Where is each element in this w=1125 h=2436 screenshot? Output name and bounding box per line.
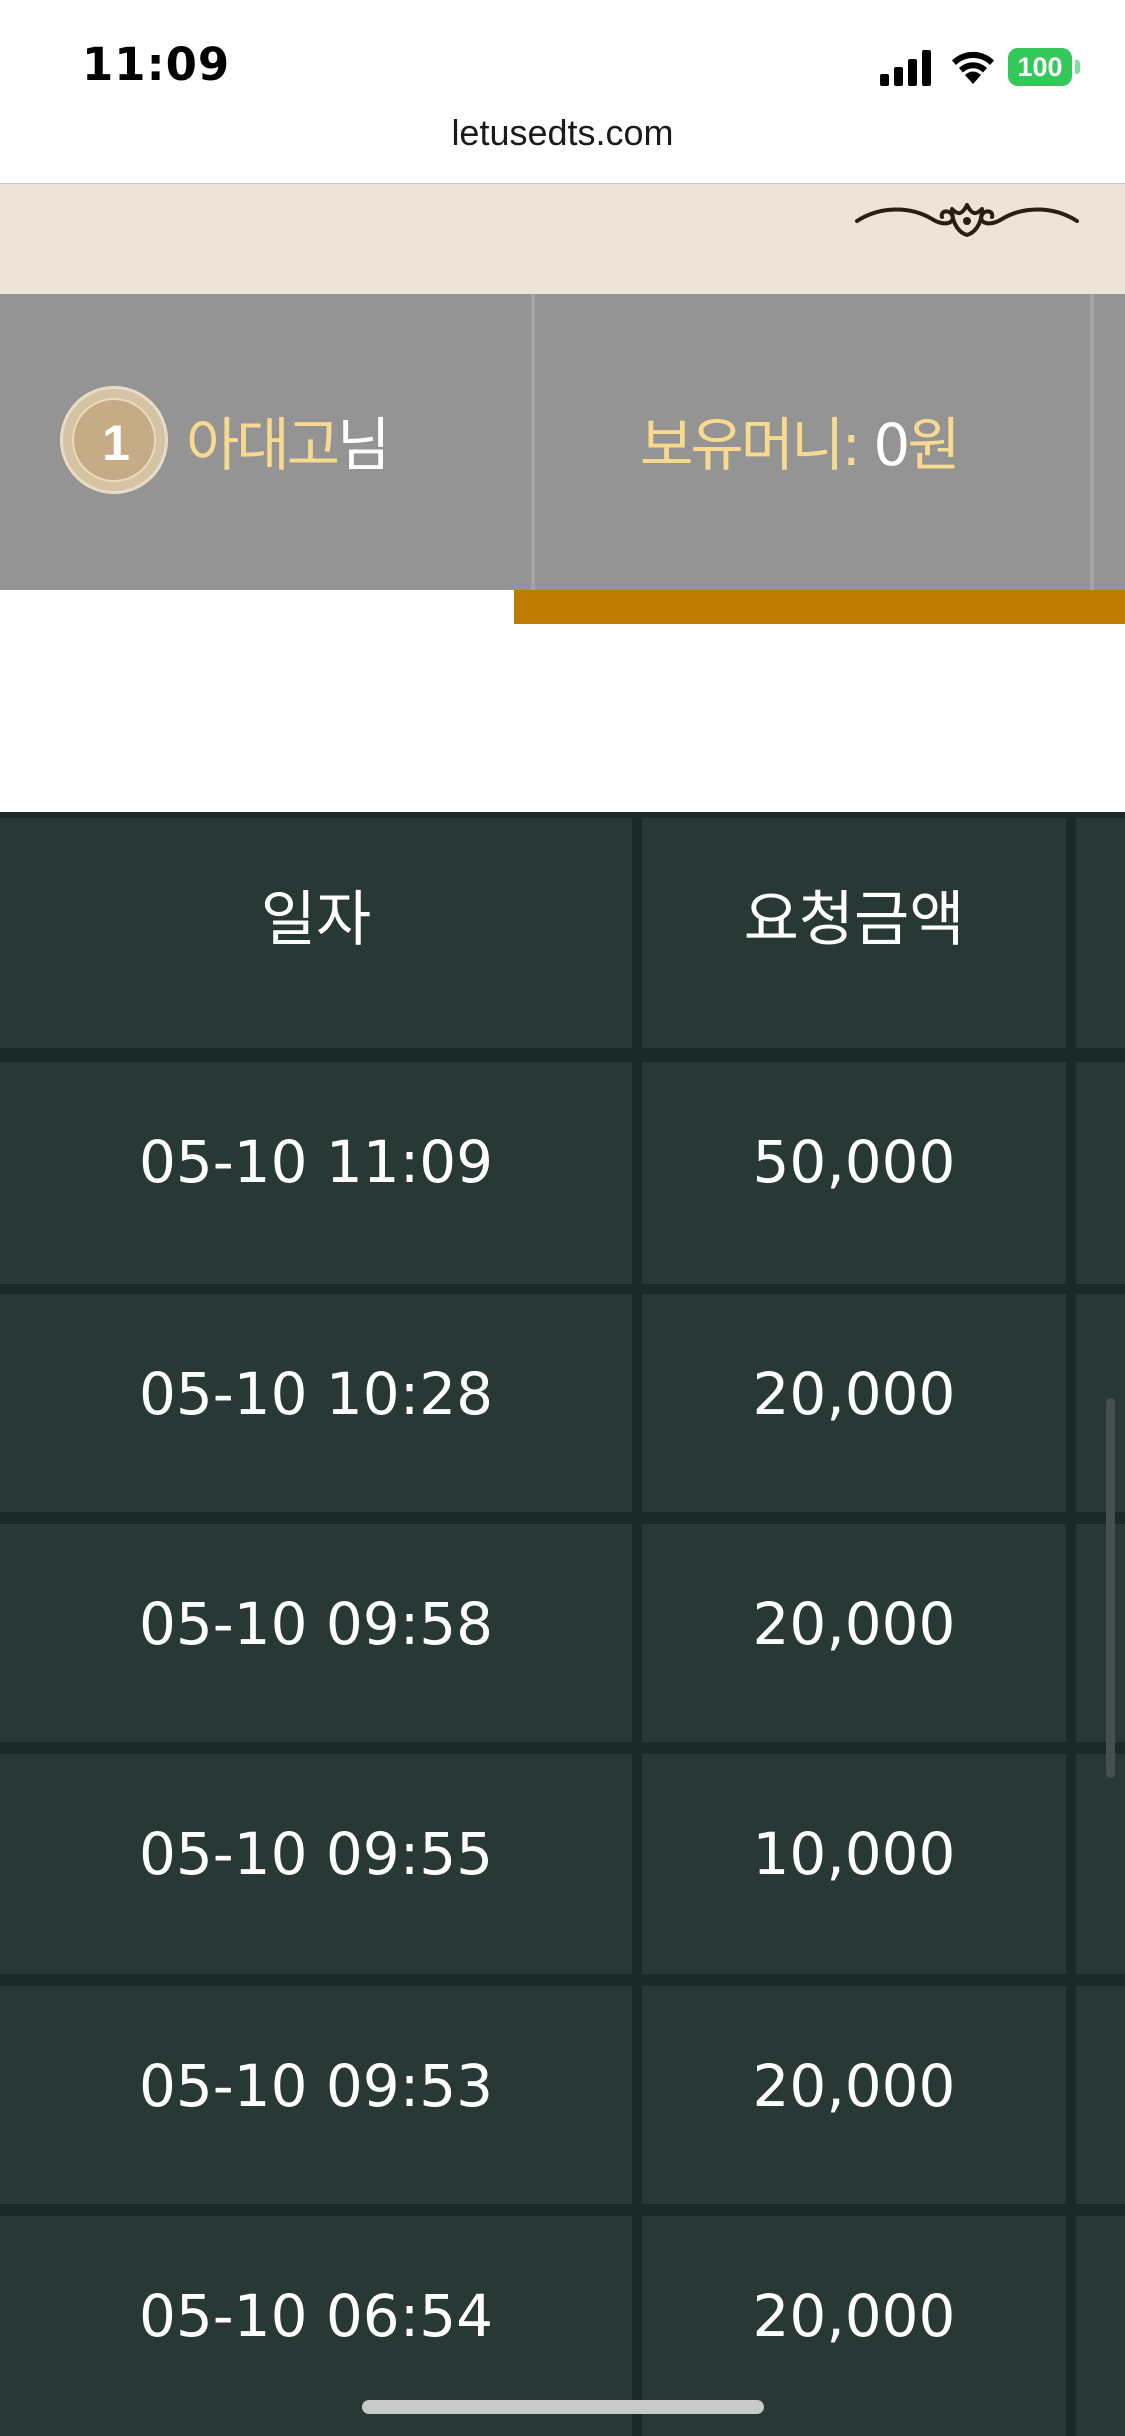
- user-bar-divider: [1090, 294, 1094, 590]
- url-bar[interactable]: letusedts.com: [0, 112, 1125, 154]
- row-amount: 20,000: [752, 1360, 956, 1428]
- table-cell-date: 05-10 09:55: [0, 1754, 632, 1974]
- column-header-date: 일자: [0, 818, 632, 1048]
- scrollbar[interactable]: [1106, 1398, 1115, 1778]
- table-cell-date: 05-10 09:53: [0, 1986, 632, 2204]
- wifi-icon: [952, 51, 994, 84]
- user-name-suffix: 님: [337, 411, 390, 479]
- row-amount: 10,000: [752, 1820, 956, 1888]
- row-date: 05-10 09:55: [138, 1820, 494, 1888]
- table-cell-date: 05-10 09:58: [0, 1524, 632, 1742]
- row-amount: 20,000: [752, 1590, 956, 1658]
- home-indicator[interactable]: [362, 2400, 764, 2414]
- row-date: 05-10 11:09: [138, 1128, 494, 1196]
- signal-icon: [880, 50, 931, 86]
- table-cell-extra: [1076, 1754, 1125, 1974]
- row-date: 05-10 09:53: [138, 2052, 494, 2120]
- battery-tip: [1075, 60, 1080, 74]
- table-cell-amount: 20,000: [642, 1294, 1066, 1512]
- row-date: 05-10 10:28: [138, 1360, 494, 1428]
- user-name[interactable]: 아대고님: [186, 398, 390, 482]
- table-cell-amount: 10,000: [642, 1754, 1066, 1974]
- flourish-ornament-icon: [855, 203, 1079, 237]
- column-header-extra: [1076, 818, 1125, 1048]
- balance-label: 보유머니:: [640, 411, 874, 479]
- user-bar-divider: [531, 294, 535, 590]
- table-cell-date: 05-10 10:28: [0, 1294, 632, 1512]
- row-date: 05-10 06:54: [138, 2282, 494, 2350]
- accent-bar: [514, 590, 1125, 624]
- table-cell-amount: 20,000: [642, 1986, 1066, 2204]
- user-name-text: 아대고: [186, 411, 340, 479]
- level-badge-inner: 1: [72, 398, 156, 482]
- balance-unit: 원: [907, 411, 960, 479]
- column-header-amount-label: 요청금액: [743, 885, 965, 955]
- battery-level: 100: [1017, 52, 1063, 82]
- level-badge: 1: [60, 386, 168, 494]
- balance: 보유머니: 0원: [640, 398, 961, 482]
- column-header-date-label: 일자: [260, 885, 372, 955]
- status-bar: 11:09 100 letusedts.com: [0, 0, 1125, 153]
- row-amount: 20,000: [752, 2282, 956, 2350]
- column-header-amount: 요청금액: [642, 818, 1066, 1048]
- status-time: 11:09: [82, 38, 231, 91]
- row-date: 05-10 09:58: [138, 1590, 494, 1658]
- row-amount: 20,000: [752, 2052, 956, 2120]
- table-cell-date: 05-10 11:09: [0, 1062, 632, 1284]
- level-number: 1: [102, 415, 130, 471]
- table-cell-extra: [1076, 1986, 1125, 2204]
- row-amount: 50,000: [752, 1128, 956, 1196]
- table-cell-extra: [1076, 1062, 1125, 1284]
- balance-value: 0: [873, 411, 910, 479]
- table-cell-extra: [1076, 1294, 1125, 1512]
- table-cell-extra: [1076, 1524, 1125, 1742]
- table-cell-extra: [1076, 2216, 1125, 2436]
- table-cell-amount: 50,000: [642, 1062, 1066, 1284]
- table-cell-amount: 20,000: [642, 1524, 1066, 1742]
- battery-icon: 100: [1008, 48, 1080, 86]
